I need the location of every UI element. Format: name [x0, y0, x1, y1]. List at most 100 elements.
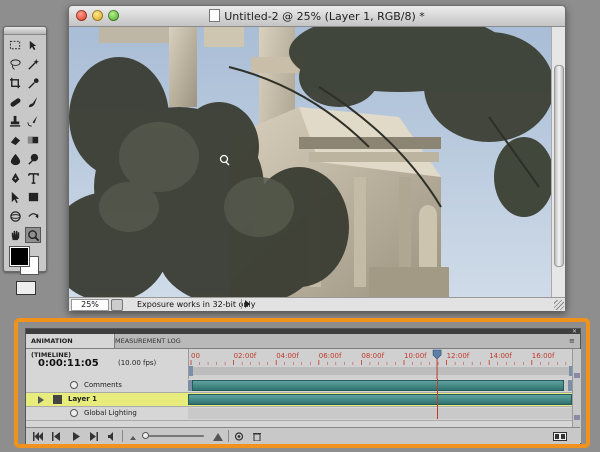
global-lighting-track[interactable] — [188, 408, 572, 419]
comments-duration-bar[interactable] — [192, 380, 564, 391]
panel-menu-icon[interactable]: ≡ — [569, 337, 577, 345]
track-end-cap[interactable] — [568, 380, 572, 391]
vertical-scrollbar[interactable] — [551, 27, 565, 297]
stamp-tool-button[interactable] — [7, 113, 23, 129]
first-frame-button[interactable] — [32, 431, 44, 441]
zoom-tool-button[interactable] — [25, 227, 41, 243]
convert-to-frame-animation-button[interactable] — [552, 431, 568, 441]
timeline-zoom-slider[interactable] — [144, 435, 204, 437]
quick-mask-button[interactable] — [16, 281, 36, 295]
photo-erechtheion — [69, 27, 551, 297]
eyedropper-tool-button[interactable] — [25, 75, 41, 91]
marquee-tool-button[interactable] — [7, 37, 23, 53]
magic-wand-tool-button[interactable] — [25, 56, 41, 72]
history-brush-icon — [26, 115, 37, 127]
status-message: Exposure works in 32-bit only — [137, 300, 256, 309]
3d-orbit-icon — [27, 212, 39, 218]
3d-orbit-tool-button[interactable] — [25, 208, 41, 224]
hand-icon — [11, 230, 19, 240]
playhead-line[interactable] — [437, 379, 439, 419]
pen-icon — [11, 172, 19, 183]
blur-icon — [10, 153, 20, 165]
playhead-handle[interactable] — [432, 349, 442, 360]
playback-controls — [26, 427, 580, 444]
next-frame-icon — [90, 431, 98, 441]
delete-keyframe-button[interactable] — [251, 431, 263, 441]
crop-tool-button[interactable] — [7, 75, 23, 91]
speaker-icon — [108, 431, 113, 441]
healing-tool-button[interactable] — [7, 94, 23, 110]
layer-row-global-lighting[interactable]: Global Lighting — [26, 407, 572, 421]
animation-panel: ✕ ANIMATION (TIMELINE) MEASUREMENT LOG ≡… — [25, 328, 581, 444]
dodge-tool-button[interactable] — [25, 151, 41, 167]
layer-1-duration-bar[interactable] — [188, 394, 572, 405]
status-info-icon[interactable] — [111, 299, 123, 311]
history-brush-tool-button[interactable] — [25, 113, 41, 129]
hand-tool-button[interactable] — [7, 227, 23, 243]
zoom-level-field[interactable]: 25% — [71, 299, 109, 311]
trash-icon — [253, 432, 261, 441]
tool-grid — [7, 37, 43, 243]
move-tool-button[interactable] — [25, 37, 41, 53]
stopwatch-icon[interactable] — [70, 381, 78, 389]
document-window: Untitled-2 @ 25% (Layer 1, RGB/8) * 25% … — [68, 5, 566, 311]
brush-tool-button[interactable] — [25, 94, 41, 110]
tab-animation-timeline[interactable]: ANIMATION (TIMELINE) — [26, 334, 115, 359]
timeline-ruler[interactable]: 00 02:00f 04:00f 06:00f 08:00f 10:00f 12:00f 14… — [188, 349, 573, 379]
layer-1-track[interactable] — [188, 394, 572, 405]
tools-panel — [3, 26, 47, 295]
eraser-tool-button[interactable] — [7, 132, 23, 148]
eyedropper-icon — [27, 77, 39, 89]
layer-row-layer-1[interactable]: Layer 1 — [26, 393, 572, 407]
image-canvas[interactable] — [69, 27, 551, 297]
audio-button[interactable] — [106, 431, 118, 441]
layer-name: Global Lighting — [84, 409, 137, 417]
3d-rotate-icon — [9, 210, 21, 222]
vertical-scroll-thumb[interactable] — [554, 65, 564, 267]
healing-icon — [10, 97, 20, 107]
ruler-label: 16:00f — [532, 352, 555, 360]
previous-frame-button[interactable] — [50, 431, 62, 441]
comments-track[interactable] — [188, 380, 572, 391]
type-tool-button[interactable] — [25, 170, 41, 186]
lasso-tool-button[interactable] — [7, 56, 23, 72]
document-titlebar[interactable]: Untitled-2 @ 25% (Layer 1, RGB/8) * — [69, 6, 565, 27]
gradient-tool-button[interactable] — [25, 132, 41, 148]
tab-measurement-log[interactable]: MEASUREMENT LOG — [110, 334, 186, 348]
current-time[interactable]: 0:00:11:05 — [38, 358, 99, 369]
play-button[interactable] — [70, 431, 82, 441]
zoom-in-timeline-button[interactable] — [212, 431, 224, 441]
path-select-tool-button[interactable] — [7, 189, 23, 205]
first-frame-icon — [33, 431, 43, 441]
divider — [228, 430, 229, 442]
stopwatch-icon[interactable] — [70, 409, 78, 417]
layer-row-comments[interactable]: Comments — [26, 379, 572, 393]
divider — [122, 430, 123, 442]
ruler-label: 00 — [191, 352, 200, 360]
window-resize-grip[interactable] — [554, 300, 564, 310]
panel-tabs: ANIMATION (TIMELINE) MEASUREMENT LOG ≡ — [26, 334, 580, 359]
work-area-start-handle[interactable] — [189, 366, 193, 376]
document-status-bar: 25% Exposure works in 32-bit only — [69, 297, 565, 311]
tools-panel-grip[interactable] — [4, 27, 46, 35]
work-area-bar[interactable] — [189, 367, 573, 375]
brush-icon — [28, 96, 37, 107]
status-menu-arrow-icon[interactable] — [241, 299, 252, 309]
ruler-label: 04:00f — [276, 352, 299, 360]
document-icon — [209, 9, 221, 22]
blur-tool-button[interactable] — [7, 151, 23, 167]
foreground-color-swatch[interactable] — [9, 246, 30, 267]
layer-thumbnail-icon — [53, 395, 62, 404]
shape-tool-button[interactable] — [25, 189, 41, 205]
scroll-up-icon[interactable] — [574, 373, 580, 378]
path-select-icon — [11, 191, 19, 203]
next-frame-button[interactable] — [88, 431, 100, 441]
pen-tool-button[interactable] — [7, 170, 23, 186]
ruler-label: 08:00f — [361, 352, 384, 360]
onion-skin-button[interactable] — [233, 431, 245, 441]
type-icon — [27, 172, 39, 184]
timeline-zoom-slider-knob[interactable] — [142, 432, 149, 439]
3d-rotate-tool-button[interactable] — [7, 208, 23, 224]
expand-triangle-icon[interactable] — [38, 396, 44, 404]
zoom-out-timeline-button[interactable] — [127, 431, 139, 441]
